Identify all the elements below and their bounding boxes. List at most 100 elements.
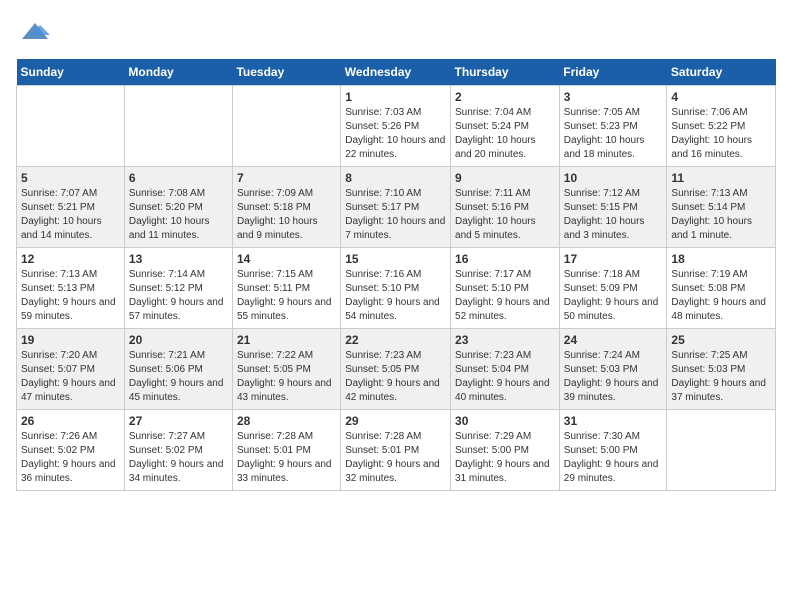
weekday-header: Sunday	[17, 59, 125, 86]
day-number: 6	[129, 171, 228, 185]
calendar-cell: 7 Sunrise: 7:09 AM Sunset: 5:18 PM Daylig…	[232, 167, 340, 248]
calendar-cell: 17 Sunrise: 7:18 AM Sunset: 5:09 PM Dayli…	[559, 248, 667, 329]
calendar-cell: 13 Sunrise: 7:14 AM Sunset: 5:12 PM Dayli…	[124, 248, 232, 329]
day-info: Sunrise: 7:06 AM Sunset: 5:22 PM Dayligh…	[671, 106, 771, 162]
day-info: Sunrise: 7:07 AM Sunset: 5:21 PM Dayligh…	[21, 187, 120, 243]
day-number: 1	[345, 90, 446, 104]
calendar-cell: 6 Sunrise: 7:08 AM Sunset: 5:20 PM Daylig…	[124, 167, 232, 248]
day-info: Sunrise: 7:18 AM Sunset: 5:09 PM Dayligh…	[564, 268, 663, 324]
day-info: Sunrise: 7:08 AM Sunset: 5:20 PM Dayligh…	[129, 187, 228, 243]
calendar-cell: 14 Sunrise: 7:15 AM Sunset: 5:11 PM Dayli…	[232, 248, 340, 329]
calendar-cell: 18 Sunrise: 7:19 AM Sunset: 5:08 PM Dayli…	[667, 248, 776, 329]
day-number: 3	[564, 90, 663, 104]
day-info: Sunrise: 7:17 AM Sunset: 5:10 PM Dayligh…	[455, 268, 555, 324]
day-number: 14	[237, 252, 336, 266]
calendar-cell: 29 Sunrise: 7:28 AM Sunset: 5:01 PM Dayli…	[341, 410, 451, 491]
day-info: Sunrise: 7:13 AM Sunset: 5:13 PM Dayligh…	[21, 268, 120, 324]
calendar-cell: 21Sunrise: 7:22 AM Sunset: 5:05 PM Dayli…	[232, 329, 340, 410]
weekday-header: Saturday	[667, 59, 776, 86]
calendar-cell: 27 Sunrise: 7:27 AM Sunset: 5:02 PM Dayli…	[124, 410, 232, 491]
day-number: 13	[129, 252, 228, 266]
day-info: Sunrise: 7:09 AM Sunset: 5:18 PM Dayligh…	[237, 187, 336, 243]
day-number: 18	[671, 252, 771, 266]
weekday-header: Tuesday	[232, 59, 340, 86]
calendar-cell: 24 Sunrise: 7:24 AM Sunset: 5:03 PM Dayli…	[559, 329, 667, 410]
day-info: Sunrise: 7:15 AM Sunset: 5:11 PM Dayligh…	[237, 268, 336, 324]
day-info: Sunrise: 7:04 AM Sunset: 5:24 PM Dayligh…	[455, 106, 555, 162]
calendar-cell: 22 Sunrise: 7:23 AM Sunset: 5:05 PM Dayli…	[341, 329, 451, 410]
calendar-cell: 20 Sunrise: 7:21 AM Sunset: 5:06 PM Dayli…	[124, 329, 232, 410]
calendar-cell: 26 Sunrise: 7:26 AM Sunset: 5:02 PM Dayli…	[17, 410, 125, 491]
day-number: 28	[237, 414, 336, 428]
day-number: 7	[237, 171, 336, 185]
logo	[16, 16, 50, 51]
day-number: 17	[564, 252, 663, 266]
day-number: 19	[21, 333, 120, 347]
day-number: 9	[455, 171, 555, 185]
weekday-header: Friday	[559, 59, 667, 86]
day-number: 24	[564, 333, 663, 347]
calendar-cell: 28 Sunrise: 7:28 AM Sunset: 5:01 PM Dayli…	[232, 410, 340, 491]
calendar-cell: 2Sunrise: 7:04 AM Sunset: 5:24 PM Daylig…	[451, 86, 560, 167]
day-number: 11	[671, 171, 771, 185]
day-number: 26	[21, 414, 120, 428]
weekday-header: Thursday	[451, 59, 560, 86]
day-info: Sunrise: 7:29 AM Sunset: 5:00 PM Dayligh…	[455, 430, 555, 486]
day-info: Sunrise: 7:28 AM Sunset: 5:01 PM Dayligh…	[345, 430, 446, 486]
calendar-cell: 12 Sunrise: 7:13 AM Sunset: 5:13 PM Dayli…	[17, 248, 125, 329]
calendar-cell: 30 Sunrise: 7:29 AM Sunset: 5:00 PM Dayli…	[451, 410, 560, 491]
day-info: Sunrise: 7:12 AM Sunset: 5:15 PM Dayligh…	[564, 187, 663, 243]
calendar-cell: 16 Sunrise: 7:17 AM Sunset: 5:10 PM Dayli…	[451, 248, 560, 329]
day-number: 25	[671, 333, 771, 347]
day-number: 31	[564, 414, 663, 428]
day-number: 8	[345, 171, 446, 185]
calendar-cell: 10 Sunrise: 7:12 AM Sunset: 5:15 PM Dayli…	[559, 167, 667, 248]
day-info: Sunrise: 7:30 AM Sunset: 5:00 PM Dayligh…	[564, 430, 663, 486]
calendar-cell: 3 Sunrise: 7:05 AM Sunset: 5:23 PM Daylig…	[559, 86, 667, 167]
day-info: Sunrise: 7:27 AM Sunset: 5:02 PM Dayligh…	[129, 430, 228, 486]
day-info: Sunrise: 7:23 AM Sunset: 5:05 PM Dayligh…	[345, 349, 446, 405]
calendar-cell	[667, 410, 776, 491]
day-info: Sunrise: 7:21 AM Sunset: 5:06 PM Dayligh…	[129, 349, 228, 405]
calendar-cell: 8 Sunrise: 7:10 AM Sunset: 5:17 PM Daylig…	[341, 167, 451, 248]
day-info: Sunrise: 7:10 AM Sunset: 5:17 PM Dayligh…	[345, 187, 446, 243]
calendar-cell: 19 Sunrise: 7:20 AM Sunset: 5:07 PM Dayli…	[17, 329, 125, 410]
calendar-table: SundayMondayTuesdayWednesdayThursdayFrid…	[16, 59, 776, 491]
logo-icon	[20, 16, 50, 46]
day-info: Sunrise: 7:11 AM Sunset: 5:16 PM Dayligh…	[455, 187, 555, 243]
day-info: Sunrise: 7:28 AM Sunset: 5:01 PM Dayligh…	[237, 430, 336, 486]
day-info: Sunrise: 7:13 AM Sunset: 5:14 PM Dayligh…	[671, 187, 771, 243]
calendar-cell	[124, 86, 232, 167]
day-number: 12	[21, 252, 120, 266]
day-info: Sunrise: 7:23 AM Sunset: 5:04 PM Dayligh…	[455, 349, 555, 405]
calendar-cell: 25 Sunrise: 7:25 AM Sunset: 5:03 PM Dayli…	[667, 329, 776, 410]
day-info: Sunrise: 7:14 AM Sunset: 5:12 PM Dayligh…	[129, 268, 228, 324]
day-info: Sunrise: 7:24 AM Sunset: 5:03 PM Dayligh…	[564, 349, 663, 405]
calendar-cell: 11 Sunrise: 7:13 AM Sunset: 5:14 PM Dayli…	[667, 167, 776, 248]
day-number: 10	[564, 171, 663, 185]
day-info: Sunrise: 7:22 AM Sunset: 5:05 PM Dayligh…	[237, 349, 336, 405]
weekday-header: Monday	[124, 59, 232, 86]
calendar-cell: 31 Sunrise: 7:30 AM Sunset: 5:00 PM Dayli…	[559, 410, 667, 491]
day-info: Sunrise: 7:05 AM Sunset: 5:23 PM Dayligh…	[564, 106, 663, 162]
day-info: Sunrise: 7:20 AM Sunset: 5:07 PM Dayligh…	[21, 349, 120, 405]
calendar-cell: 9 Sunrise: 7:11 AM Sunset: 5:16 PM Daylig…	[451, 167, 560, 248]
calendar-cell: 1Sunrise: 7:03 AM Sunset: 5:26 PM Daylig…	[341, 86, 451, 167]
day-info: Sunrise: 7:16 AM Sunset: 5:10 PM Dayligh…	[345, 268, 446, 324]
day-number: 20	[129, 333, 228, 347]
day-number: 23	[455, 333, 555, 347]
day-number: 29	[345, 414, 446, 428]
calendar-cell	[17, 86, 125, 167]
day-number: 22	[345, 333, 446, 347]
day-number: 16	[455, 252, 555, 266]
day-info: Sunrise: 7:25 AM Sunset: 5:03 PM Dayligh…	[671, 349, 771, 405]
day-number: 15	[345, 252, 446, 266]
calendar-cell	[232, 86, 340, 167]
weekday-header: Wednesday	[341, 59, 451, 86]
day-number: 30	[455, 414, 555, 428]
day-info: Sunrise: 7:26 AM Sunset: 5:02 PM Dayligh…	[21, 430, 120, 486]
calendar-cell: 4Sunrise: 7:06 AM Sunset: 5:22 PM Daylig…	[667, 86, 776, 167]
day-number: 27	[129, 414, 228, 428]
day-info: Sunrise: 7:19 AM Sunset: 5:08 PM Dayligh…	[671, 268, 771, 324]
day-number: 5	[21, 171, 120, 185]
